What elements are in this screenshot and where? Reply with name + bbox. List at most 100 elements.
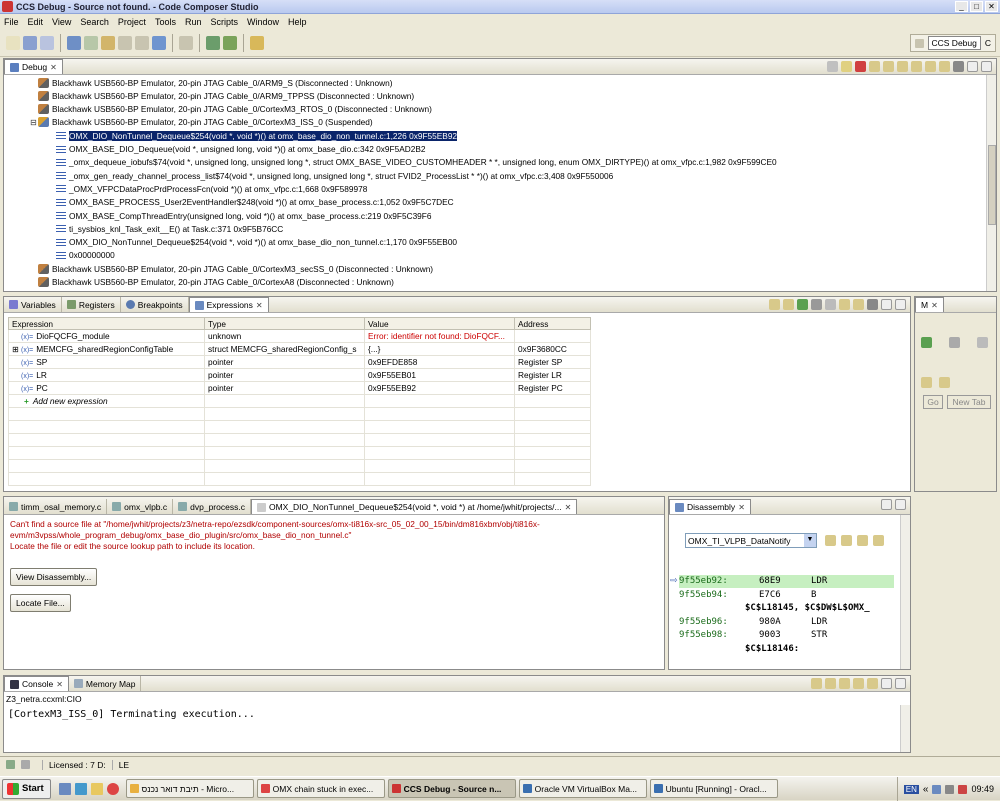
- display-console-icon[interactable]: [853, 678, 864, 689]
- disassembly-label[interactable]: $C$L18146:: [745, 643, 799, 656]
- minimize-icon[interactable]: [881, 678, 892, 689]
- pin-icon[interactable]: [839, 678, 850, 689]
- menu-scripts[interactable]: Scripts: [210, 17, 238, 27]
- maximize-icon[interactable]: [895, 678, 906, 689]
- close-icon[interactable]: ✕: [931, 301, 938, 310]
- locate-file-button[interactable]: Locate File...: [10, 594, 71, 612]
- suspend-icon[interactable]: [841, 61, 852, 72]
- graph-icon[interactable]: [206, 35, 220, 50]
- stack-frame[interactable]: _omx_gen_ready_channel_process_list$74(v…: [56, 169, 613, 182]
- minimize-icon[interactable]: [881, 499, 892, 510]
- debug-target[interactable]: Blackhawk USB560-BP Emulator, 20-pin JTA…: [30, 262, 433, 275]
- ccs-debug-perspective-button[interactable]: CCS Debug: [927, 36, 981, 50]
- home-icon[interactable]: [841, 535, 852, 546]
- maximize-icon[interactable]: [895, 499, 906, 510]
- new-icon[interactable]: [6, 35, 20, 50]
- step-into-icon[interactable]: [869, 61, 880, 72]
- expand-icon[interactable]: ⊞: [12, 345, 21, 354]
- tab-side-m[interactable]: M ✕: [915, 297, 944, 312]
- tab-breakpoints[interactable]: Breakpoints: [121, 297, 189, 312]
- disassembly-line[interactable]: 9f55eb92: 68E9 LDR: [679, 575, 894, 588]
- disassembly-line[interactable]: 9f55eb98: 9003 STR: [679, 629, 827, 642]
- menu-run[interactable]: Run: [185, 17, 202, 27]
- tab-expressions[interactable]: Expressions ✕: [188, 297, 269, 312]
- tab-disassembly[interactable]: Disassembly ✕: [669, 499, 751, 514]
- menu-help[interactable]: Help: [288, 17, 307, 27]
- other-perspective-button[interactable]: C: [985, 38, 991, 48]
- link-icon[interactable]: [857, 535, 868, 546]
- new-tab-button[interactable]: New Tab: [947, 395, 991, 409]
- scrollbar[interactable]: [900, 515, 910, 669]
- menu-search[interactable]: Search: [80, 17, 109, 27]
- remove-all-icon[interactable]: [825, 299, 836, 310]
- menu-view[interactable]: View: [52, 17, 71, 27]
- taskbar-item[interactable]: Ubuntu [Running] - Oracl...: [649, 779, 778, 798]
- stack-frame[interactable]: OMX_BASE_PROCESS_User2EventHandler$248(v…: [56, 196, 454, 209]
- start-button[interactable]: Start: [2, 778, 51, 799]
- disassembly-line[interactable]: 9f55eb94: E7C6 B: [679, 589, 816, 602]
- menu-window[interactable]: Window: [247, 17, 279, 27]
- link-icon[interactable]: [949, 337, 960, 348]
- reload-icon[interactable]: [135, 35, 149, 50]
- scrollbar[interactable]: [900, 705, 910, 752]
- refresh-icon[interactable]: [977, 337, 988, 348]
- menu-tools[interactable]: Tools: [155, 17, 176, 27]
- tab-variables[interactable]: Variables: [4, 297, 62, 312]
- new-view-icon[interactable]: [853, 299, 864, 310]
- debug-target[interactable]: Blackhawk USB560-BP Emulator, 20-pin JTA…: [30, 76, 392, 89]
- location-select[interactable]: OMX_TI_VLPB_DataNotify ▼: [685, 533, 817, 548]
- restart-icon[interactable]: [939, 61, 950, 72]
- show-type-icon[interactable]: [769, 299, 780, 310]
- open-perspective-icon[interactable]: [179, 35, 193, 50]
- debug-target[interactable]: Blackhawk USB560-BP Emulator, 20-pin JTA…: [30, 103, 432, 116]
- minimize-button[interactable]: _: [955, 1, 968, 12]
- remove-icon[interactable]: [811, 299, 822, 310]
- stack-frame[interactable]: _omx_dequeue_iobufs$74(void *, unsigned …: [56, 156, 777, 169]
- connect-icon[interactable]: [921, 337, 932, 348]
- go-icon[interactable]: [825, 535, 836, 546]
- assembly-step-icon[interactable]: [911, 61, 922, 72]
- debug-target[interactable]: ⊟ Blackhawk USB560-BP Emulator, 20-pin JT…: [30, 116, 373, 129]
- debug-target[interactable]: Blackhawk USB560-BP Emulator, 20-pin JTA…: [30, 89, 414, 102]
- build-icon[interactable]: [101, 35, 115, 50]
- scrollbar[interactable]: [986, 75, 996, 291]
- desktop-icon[interactable]: [58, 782, 71, 795]
- menu-edit[interactable]: Edit: [28, 17, 44, 27]
- add-icon[interactable]: +: [24, 396, 29, 406]
- tab-memory-map[interactable]: Memory Map: [69, 676, 142, 691]
- expression-row[interactable]: (x)= SP pointer 0x9EFDE858 Register SP: [8, 355, 591, 369]
- tab-source-not-found[interactable]: OMX_DIO_NonTunnel_Dequeue$254(void *, vo…: [250, 499, 578, 514]
- column-value[interactable]: Value: [364, 317, 515, 330]
- step-return-icon[interactable]: [897, 61, 908, 72]
- save-icon[interactable]: [23, 35, 37, 50]
- sync-icon[interactable]: [873, 535, 884, 546]
- minimize-icon[interactable]: [967, 61, 978, 72]
- gear-icon[interactable]: [223, 35, 237, 50]
- taskbar-item[interactable]: CCS Debug - Source n...: [387, 779, 516, 798]
- stack-frame[interactable]: ti_sysbios_knl_Task_exit__E() at Task.c:…: [56, 222, 283, 235]
- column-expression[interactable]: Expression: [8, 317, 205, 330]
- connect-icon[interactable]: [84, 35, 98, 50]
- chevron-down-icon[interactable]: ▼: [804, 534, 816, 547]
- refresh-icon[interactable]: [839, 299, 850, 310]
- taskbar-item[interactable]: Oracle VM VirtualBox Ma...: [518, 779, 647, 798]
- disassembly-label[interactable]: $C$L18145, $C$DW$L$OMX_: [745, 602, 870, 615]
- close-icon[interactable]: ✕: [565, 503, 572, 512]
- load-program-icon[interactable]: [118, 35, 132, 50]
- step-over-icon[interactable]: [883, 61, 894, 72]
- minimize-icon[interactable]: [881, 299, 892, 310]
- stack-frame[interactable]: OMX_DIO_NonTunnel_Dequeue$254(void *, vo…: [56, 129, 459, 142]
- tab-registers[interactable]: Registers: [62, 297, 121, 312]
- pencil-icon[interactable]: [250, 35, 264, 50]
- maximize-icon[interactable]: [895, 299, 906, 310]
- close-button[interactable]: ✕: [985, 1, 998, 12]
- folder-icon[interactable]: [90, 782, 103, 795]
- column-address[interactable]: Address: [514, 317, 591, 330]
- volume-icon[interactable]: [945, 784, 955, 794]
- taskbar-item[interactable]: OMX chain stuck in exec...: [256, 779, 385, 798]
- column-type[interactable]: Type: [204, 317, 365, 330]
- debug-target[interactable]: Blackhawk USB560-BP Emulator, 20-pin JTA…: [30, 276, 394, 289]
- add-new-expression-row[interactable]: + Add new expression: [8, 394, 591, 408]
- add-expression-icon[interactable]: [797, 299, 808, 310]
- language-indicator[interactable]: EN: [903, 784, 919, 794]
